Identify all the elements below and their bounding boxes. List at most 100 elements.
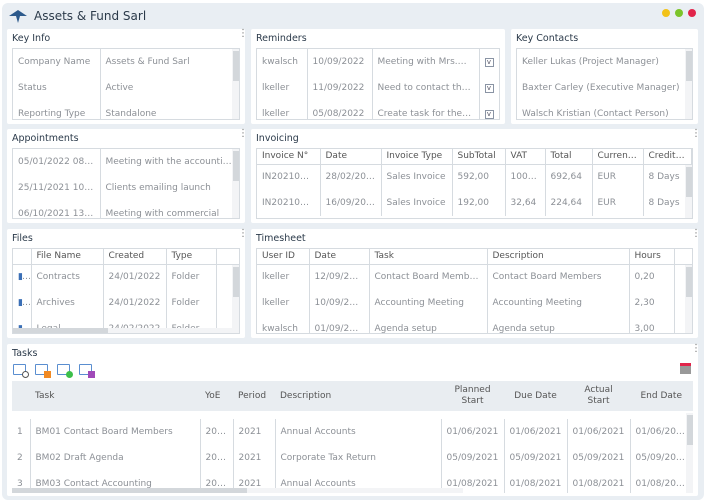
task-done-icon[interactable] — [57, 364, 73, 378]
contact-item[interactable]: Baxter Carley (Executive Manager) — [517, 75, 692, 101]
cell: 3,00 — [629, 316, 675, 333]
panel-title: Appointments — [12, 133, 79, 144]
timesheet-row[interactable]: lkeller 10/09/2022 Accounting Meeting Accou… — [257, 290, 692, 316]
column-header[interactable]: Invoice N° — [257, 149, 321, 165]
cell: EUR — [592, 164, 644, 190]
task-clock-icon[interactable] — [13, 364, 29, 378]
panel-title: Timesheet — [256, 233, 306, 244]
timesheet-row[interactable]: lkeller 12/09/2022 Contact Board Members Co… — [257, 264, 692, 290]
cell: kwalsch — [257, 316, 310, 333]
subject: Meeting with commercial — [100, 201, 239, 218]
minimize-button[interactable] — [662, 9, 670, 17]
contact-item[interactable]: Walsch Kristian (Contact Person) — [517, 101, 692, 119]
checkbox[interactable]: v — [484, 84, 494, 93]
column-header[interactable]: User ID — [257, 249, 310, 265]
column-header[interactable]: Created — [103, 249, 167, 265]
cell: 2021 — [200, 445, 234, 471]
more-menu-icon[interactable]: ⋮ — [691, 344, 701, 354]
scrollbar[interactable] — [232, 265, 239, 333]
cell: 01/06/2021 — [567, 419, 631, 445]
label: Company Name — [13, 49, 101, 75]
appointment-row[interactable]: 25/11/2021 10:00 Clients emailing launch — [13, 175, 239, 201]
cell: 2021 — [200, 419, 234, 445]
close-button[interactable] — [688, 9, 696, 17]
column-header[interactable]: Description — [275, 381, 441, 411]
appointment-row[interactable]: 06/10/2021 13:00 Meeting with commercial — [13, 201, 239, 218]
column-header[interactable]: Date — [309, 249, 370, 265]
scrollbar[interactable] — [686, 413, 693, 493]
maximize-button[interactable] — [675, 9, 683, 17]
column-header[interactable]: VAT — [505, 149, 546, 165]
column-header[interactable]: Task — [369, 249, 488, 265]
cell: 692,64 — [545, 164, 593, 190]
file-row[interactable]: ▮▮▮ Archives 24/01/2022 Folder — [13, 290, 239, 316]
cell: Sales Invoice — [381, 190, 453, 216]
more-menu-icon[interactable]: ⋮ — [238, 29, 248, 39]
calendar-icon[interactable] — [680, 363, 691, 374]
task-forward-icon[interactable] — [79, 364, 95, 378]
column-header[interactable]: Planned Start — [441, 381, 504, 411]
more-menu-icon[interactable]: ⋮ — [691, 129, 701, 139]
created: 24/01/2022 — [103, 290, 167, 316]
column-header[interactable]: Currency — [592, 149, 644, 165]
timesheet-row[interactable]: kwalsch 01/09/2022 Agenda setup Agenda setu… — [257, 316, 692, 333]
task-row[interactable]: 2 BM02 Draft Agenda 2021 2021 Corporate Tax … — [12, 445, 693, 471]
column-header[interactable]: Task — [30, 381, 200, 411]
column-header[interactable]: Type — [166, 249, 217, 265]
column-header[interactable]: Total — [545, 149, 593, 165]
checkbox[interactable]: v — [484, 110, 494, 119]
column-header[interactable]: Description — [487, 249, 630, 265]
user: kwalsch — [257, 49, 308, 75]
column-header[interactable]: Credit Terms — [643, 149, 692, 165]
panel-title: Invoicing — [256, 133, 299, 144]
cell: Accounting Meeting — [369, 290, 488, 316]
appointment-row[interactable]: 05/01/2022 08:10 Meeting with the account… — [13, 149, 239, 175]
column-header[interactable]: YoE — [200, 381, 233, 411]
panel-title: Key Contacts — [516, 33, 579, 44]
table-row[interactable]: IN20210228 28/02/2021 Sales Invoice 592,00 1… — [257, 164, 692, 190]
reminder-row[interactable]: lkeller 11/09/2022 Need to contact the... v — [257, 75, 499, 101]
column-header[interactable]: End Date — [630, 381, 693, 411]
scrollbar[interactable] — [685, 49, 692, 119]
column-header[interactable]: Period — [233, 381, 275, 411]
manta-ray-logo — [9, 10, 27, 23]
date: 11/09/2022 — [307, 75, 373, 101]
horizontal-scrollbar[interactable] — [12, 488, 463, 493]
date: 05/08/2022 — [307, 101, 373, 119]
cell: 100,64 — [505, 164, 546, 190]
column-header[interactable]: File Name — [31, 249, 104, 265]
cell: 01/06/2021 — [441, 419, 505, 445]
column-header[interactable]: Date — [320, 149, 382, 165]
reminder-row[interactable]: lkeller 05/08/2022 Create task for the wh.… — [257, 101, 499, 119]
table-row[interactable]: IN20210916 16/09/2021 Sales Invoice 192,00 3… — [257, 190, 692, 216]
column-header[interactable]: SubTotal — [452, 149, 506, 165]
task-warning-icon[interactable] — [35, 364, 51, 378]
scrollbar[interactable] — [232, 149, 239, 218]
cell: Annual Accounts — [275, 419, 442, 445]
column-header[interactable]: Due Date — [504, 381, 567, 411]
panel-title: Tasks — [12, 348, 38, 359]
more-menu-icon[interactable]: ⋮ — [691, 229, 701, 239]
scrollbar[interactable] — [685, 165, 692, 218]
reminder-row[interactable]: kwalsch 10/09/2022 Meeting with Mrs.Mer...… — [257, 49, 499, 75]
more-menu-icon[interactable]: ⋮ — [238, 129, 248, 139]
file-row[interactable]: ▮▮▮ Contracts 24/01/2022 Folder — [13, 264, 239, 290]
cell: Sales Invoice — [381, 164, 453, 190]
horizontal-scrollbar[interactable] — [13, 328, 239, 333]
table-row: Reporting Type Standalone — [13, 101, 239, 119]
scrollbar[interactable] — [232, 49, 239, 119]
more-menu-icon[interactable]: ⋮ — [238, 229, 248, 239]
column-header[interactable]: Actual Start — [567, 381, 630, 411]
checkbox[interactable]: v — [484, 58, 494, 67]
panel-title: Key Info — [12, 33, 51, 44]
cell: 224,64 — [545, 190, 593, 216]
column-header[interactable]: Invoice Type — [381, 149, 453, 165]
value: Assets & Fund Sarl — [100, 49, 239, 75]
column-header[interactable]: Hours — [629, 249, 675, 265]
text: Meeting with Mrs.Mer... — [372, 49, 480, 75]
task-row[interactable]: 1 BM01 Contact Board Members 2021 2021 Annua… — [12, 419, 693, 445]
cell: 2 — [12, 445, 31, 471]
scrollbar[interactable] — [685, 265, 692, 333]
file-name: Contracts — [31, 264, 104, 290]
contact-item[interactable]: Keller Lukas (Project Manager) — [517, 49, 692, 75]
